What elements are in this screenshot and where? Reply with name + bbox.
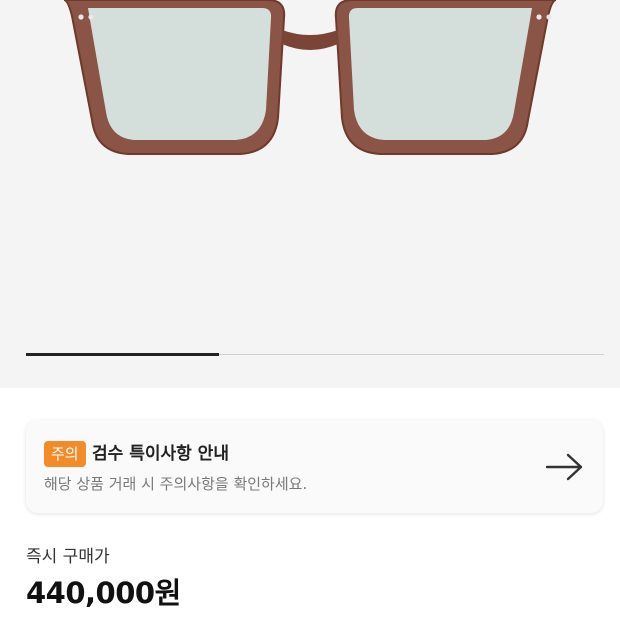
notice-title: 검수 특이사항 안내 xyxy=(92,444,229,464)
instant-buy-price-label: 즉시 구매가 xyxy=(26,547,110,567)
arrow-right-icon[interactable] xyxy=(545,452,585,482)
caution-badge: 주의 xyxy=(44,441,86,467)
inspection-notice-card[interactable]: 주의 검수 특이사항 안내 해당 상품 거래 시 주의사항을 확인하세요. xyxy=(26,420,603,513)
instant-buy-price-value: 440,000원 xyxy=(26,576,181,610)
carousel-progress-indicator xyxy=(26,353,219,356)
notice-description: 해당 상품 거래 시 주의사항을 확인하세요. xyxy=(44,475,308,493)
product-hero xyxy=(0,0,620,388)
eyeglasses-product-image xyxy=(63,0,557,155)
carousel-progress-track[interactable] xyxy=(26,353,604,356)
